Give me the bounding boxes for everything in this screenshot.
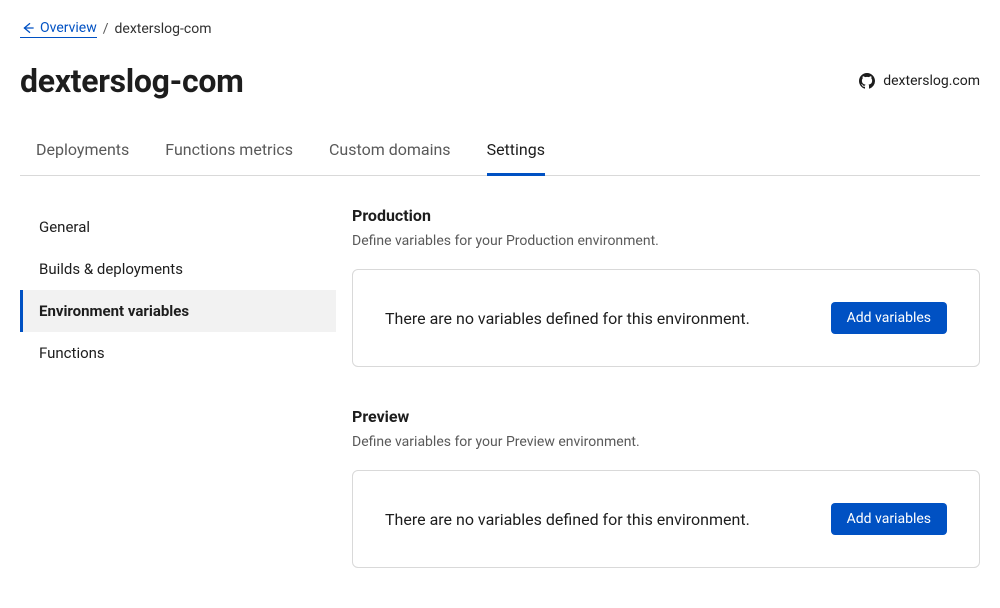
sidebar: General Builds & deployments Environment… bbox=[20, 206, 336, 608]
arrow-left-icon bbox=[20, 21, 34, 35]
tab-settings[interactable]: Settings bbox=[487, 140, 545, 176]
breadcrumb-current: dexterslog-com bbox=[115, 21, 212, 37]
main-content: Production Define variables for your Pro… bbox=[352, 206, 980, 608]
section-production: Production Define variables for your Pro… bbox=[352, 206, 980, 367]
section-preview: Preview Define variables for your Previe… bbox=[352, 407, 980, 568]
tab-functions-metrics[interactable]: Functions metrics bbox=[165, 140, 293, 176]
add-variables-production-button[interactable]: Add variables bbox=[831, 302, 947, 334]
breadcrumb-separator: / bbox=[103, 21, 109, 37]
github-icon bbox=[859, 73, 875, 89]
tabs: Deployments Functions metrics Custom dom… bbox=[20, 140, 980, 176]
tab-deployments[interactable]: Deployments bbox=[36, 140, 129, 176]
add-variables-preview-button[interactable]: Add variables bbox=[831, 503, 947, 535]
panel-preview-empty: There are no variables defined for this … bbox=[385, 510, 750, 529]
breadcrumb-overview-link[interactable]: Overview bbox=[20, 20, 97, 38]
section-preview-desc: Define variables for your Preview enviro… bbox=[352, 434, 980, 450]
sidebar-item-builds-deployments[interactable]: Builds & deployments bbox=[20, 248, 336, 290]
tab-custom-domains[interactable]: Custom domains bbox=[329, 140, 451, 176]
panel-production-empty: There are no variables defined for this … bbox=[385, 309, 750, 328]
sidebar-item-general[interactable]: General bbox=[20, 206, 336, 248]
sidebar-item-environment-variables[interactable]: Environment variables bbox=[20, 290, 336, 332]
sidebar-item-functions[interactable]: Functions bbox=[20, 332, 336, 374]
content: General Builds & deployments Environment… bbox=[20, 206, 980, 608]
breadcrumb-back-label: Overview bbox=[40, 20, 97, 36]
panel-production: There are no variables defined for this … bbox=[352, 269, 980, 367]
repo-link[interactable]: dexterslog.com bbox=[859, 73, 980, 89]
breadcrumb: Overview / dexterslog-com bbox=[20, 20, 980, 38]
page-header: dexterslog-com dexterslog.com bbox=[20, 62, 980, 100]
section-production-title: Production bbox=[352, 206, 980, 225]
page-title: dexterslog-com bbox=[20, 62, 244, 100]
section-production-desc: Define variables for your Production env… bbox=[352, 233, 980, 249]
panel-preview: There are no variables defined for this … bbox=[352, 470, 980, 568]
repo-label: dexterslog.com bbox=[883, 73, 980, 89]
section-preview-title: Preview bbox=[352, 407, 980, 426]
